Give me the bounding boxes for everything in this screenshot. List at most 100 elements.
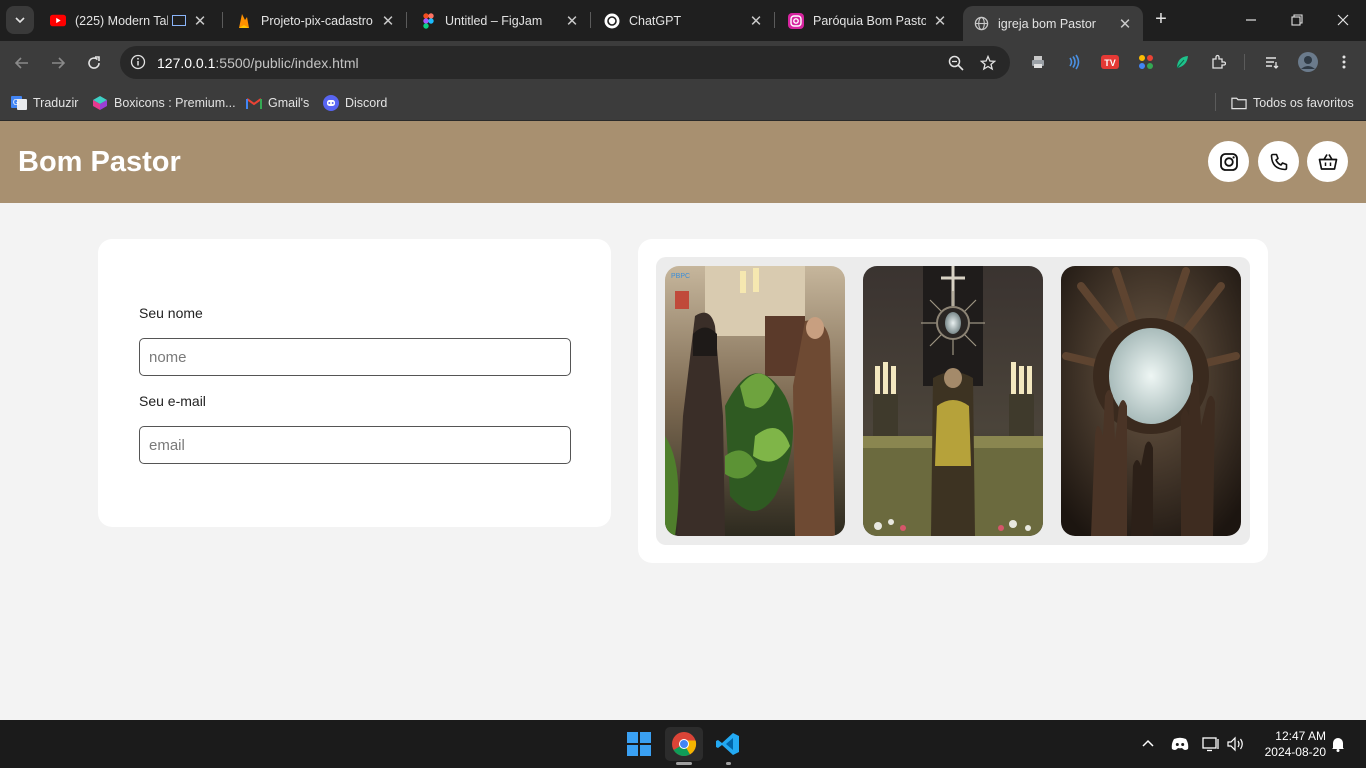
- taskbar-chrome[interactable]: [665, 727, 703, 765]
- phone-button[interactable]: [1258, 141, 1299, 182]
- bookmark-traduzir[interactable]: G Traduzir: [11, 93, 78, 113]
- arrow-right-icon: [52, 57, 66, 69]
- close-icon[interactable]: ✕: [748, 12, 764, 30]
- bookmark-discord[interactable]: Discord: [323, 93, 387, 113]
- start-button[interactable]: [620, 727, 658, 761]
- printer-extension-icon[interactable]: [1028, 52, 1048, 72]
- tab-title: (225) Modern Talking: [75, 13, 168, 28]
- bookmark-label: Traduzir: [33, 96, 79, 110]
- windows-taskbar: 12:47 AM 2024-08-20: [0, 720, 1366, 768]
- apps-extension-icon[interactable]: [1136, 52, 1156, 72]
- tab-instagram[interactable]: Paróquia Bom Pastor ✕: [778, 6, 958, 35]
- chrome-icon: [672, 732, 697, 757]
- firebase-icon: [236, 13, 252, 29]
- gallery-strip: PBPC: [656, 257, 1250, 545]
- site-info-icon[interactable]: [128, 52, 148, 72]
- tab-title: Projeto-pix-cadastro: [261, 13, 373, 28]
- instagram-button[interactable]: [1208, 141, 1249, 182]
- figma-icon: [420, 12, 436, 29]
- restore-icon: [1291, 14, 1303, 26]
- tab-igreja-bom-pastor[interactable]: igreja bom Pastor ✕: [963, 6, 1143, 41]
- url-text: 127.0.0.1:5500/public/index.html: [157, 55, 359, 71]
- close-icon: [1337, 14, 1349, 26]
- bookmark-boxicons[interactable]: Boxicons : Premium...: [92, 93, 236, 113]
- chatgpt-icon: [604, 13, 620, 29]
- tray-overflow-icon[interactable]: [1137, 733, 1159, 755]
- all-bookmarks-folder[interactable]: Todos os favoritos: [1231, 93, 1354, 113]
- translate-icon: G: [11, 95, 27, 111]
- name-input[interactable]: [139, 338, 571, 376]
- tab-figjam[interactable]: Untitled – FigJam ✕: [410, 6, 590, 35]
- toolbar-divider: [1244, 54, 1245, 70]
- close-icon[interactable]: ✕: [192, 12, 208, 30]
- minimize-button[interactable]: [1239, 8, 1263, 32]
- running-app-indicator: [726, 762, 731, 765]
- tab-search-button[interactable]: [6, 6, 34, 34]
- svg-text:TV: TV: [1104, 58, 1116, 68]
- system-clock[interactable]: 12:47 AM 2024-08-20: [1256, 728, 1326, 760]
- monstrance-altar-photo: [863, 266, 1043, 536]
- tab-divider: [590, 12, 591, 28]
- windows-logo-icon: [627, 732, 651, 756]
- discord-icon: [323, 95, 339, 111]
- leaf-extension-icon[interactable]: [1172, 52, 1192, 72]
- close-icon[interactable]: ✕: [932, 12, 948, 30]
- tab-title: ChatGPT: [629, 13, 682, 28]
- name-label: Seu nome: [139, 305, 203, 321]
- more-menu-icon[interactable]: [1334, 52, 1354, 72]
- volume-icon[interactable]: [1225, 733, 1247, 755]
- zoom-icon[interactable]: [946, 53, 966, 73]
- instagram-icon: [1219, 152, 1238, 171]
- restore-button[interactable]: [1285, 8, 1309, 32]
- tv-extension-icon[interactable]: TV: [1100, 52, 1120, 72]
- new-tab-button[interactable]: +: [1150, 8, 1172, 30]
- profile-avatar[interactable]: [1297, 51, 1319, 73]
- tab-divider: [774, 12, 775, 28]
- tab-chatgpt[interactable]: ChatGPT ✕: [594, 6, 774, 35]
- puzzle-extension-icon[interactable]: [1208, 52, 1228, 72]
- signup-form-card: Seu nome Seu e-mail: [98, 239, 611, 527]
- reload-button[interactable]: [82, 51, 106, 75]
- reading-list-icon[interactable]: [1262, 52, 1282, 72]
- bookmark-label: Todos os favoritos: [1253, 96, 1354, 110]
- network-icon[interactable]: [1200, 733, 1222, 755]
- cast-icon: [172, 15, 186, 26]
- basket-button[interactable]: [1307, 141, 1348, 182]
- vscode-icon: [716, 733, 739, 755]
- bookmark-label: Discord: [345, 96, 388, 110]
- forward-button[interactable]: [46, 51, 70, 75]
- nfc-extension-icon[interactable]: [1064, 52, 1084, 72]
- hands-adoration-photo: [1061, 266, 1241, 536]
- basket-icon: [1318, 153, 1337, 170]
- clock-date: 2024-08-20: [1264, 745, 1326, 759]
- back-button[interactable]: [10, 51, 34, 75]
- star-icon[interactable]: [978, 53, 998, 73]
- bookmark-gmail[interactable]: Gmail's: [246, 93, 309, 113]
- tab-title: igreja bom Pastor: [998, 16, 1096, 31]
- bookmark-label: Boxicons : Premium...: [114, 96, 236, 110]
- close-window-button[interactable]: [1331, 8, 1355, 32]
- close-icon[interactable]: ✕: [1117, 15, 1133, 33]
- saints-statues-photo: PBPC: [665, 266, 845, 536]
- globe-icon: [973, 16, 989, 32]
- gallery-card: PBPC: [638, 239, 1268, 563]
- tab-title: Untitled – FigJam: [445, 13, 543, 28]
- tab-firebase[interactable]: Projeto-pix-cadastro ✕: [226, 6, 406, 35]
- site-brand[interactable]: Bom Pastor: [18, 146, 181, 179]
- chevron-down-icon: [15, 17, 25, 24]
- arrow-left-icon: [14, 57, 28, 69]
- email-input[interactable]: [139, 426, 571, 464]
- browser-toolbar: 127.0.0.1:5500/public/index.html TV: [0, 41, 1366, 85]
- tab-divider: [406, 12, 407, 28]
- url-host: 127.0.0.1: [157, 55, 216, 71]
- active-app-indicator: [676, 762, 692, 765]
- notification-bell-icon[interactable]: [1327, 733, 1349, 755]
- tab-youtube[interactable]: (225) Modern Talking ✕: [40, 6, 218, 35]
- bookmarks-divider: [1215, 93, 1216, 111]
- youtube-icon: [50, 13, 66, 29]
- taskbar-vscode[interactable]: [709, 727, 747, 765]
- close-icon[interactable]: ✕: [380, 12, 396, 30]
- close-icon[interactable]: ✕: [564, 12, 580, 30]
- address-bar[interactable]: 127.0.0.1:5500/public/index.html: [120, 46, 1010, 79]
- discord-tray-icon[interactable]: [1169, 733, 1191, 755]
